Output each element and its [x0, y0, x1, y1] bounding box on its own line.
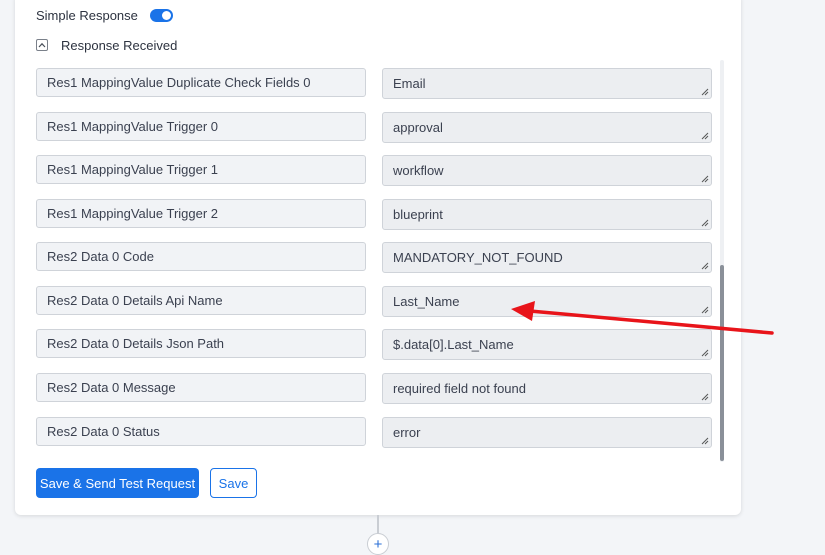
field-value-textarea[interactable]: $.data[0].Last_Name: [382, 329, 712, 360]
field-label: Res2 Data 0 Details Api Name: [36, 286, 366, 315]
resize-handle-icon[interactable]: [701, 132, 709, 140]
field-value-text: MANDATORY_NOT_FOUND: [393, 250, 563, 265]
field-value-text: error: [393, 425, 421, 440]
save-button[interactable]: Save: [210, 468, 257, 498]
resize-handle-icon[interactable]: [701, 349, 709, 357]
field-value-textarea[interactable]: required field not found: [382, 373, 712, 404]
resize-handle-icon[interactable]: [701, 393, 709, 401]
save-and-send-test-request-button[interactable]: Save & Send Test Request: [36, 468, 199, 498]
field-value-textarea[interactable]: workflow: [382, 155, 712, 186]
field-value-text: Email: [393, 76, 426, 91]
field-label: Res2 Data 0 Details Json Path: [36, 329, 366, 358]
field-label: Res2 Data 0 Code: [36, 242, 366, 271]
field-value-text: $.data[0].Last_Name: [393, 337, 514, 352]
field-value-textarea[interactable]: error: [382, 417, 712, 448]
field-value-textarea[interactable]: Email: [382, 68, 712, 99]
field-value-text: blueprint: [393, 207, 443, 222]
field-label: Res1 MappingValue Trigger 2: [36, 199, 366, 228]
field-value-textarea[interactable]: blueprint: [382, 199, 712, 230]
resize-handle-icon[interactable]: [701, 175, 709, 183]
field-value-text: required field not found: [393, 381, 526, 396]
response-received-header[interactable]: Response Received: [36, 37, 177, 53]
resize-handle-icon[interactable]: [701, 437, 709, 445]
field-value-textarea[interactable]: Last_Name: [382, 286, 712, 317]
resize-handle-icon[interactable]: [701, 219, 709, 227]
resize-handle-icon[interactable]: [701, 262, 709, 270]
field-label: Res1 MappingValue Trigger 1: [36, 155, 366, 184]
field-value-textarea[interactable]: MANDATORY_NOT_FOUND: [382, 242, 712, 273]
field-label: Res1 MappingValue Trigger 0: [36, 112, 366, 141]
simple-response-toggle[interactable]: [149, 8, 173, 22]
field-value-textarea[interactable]: approval: [382, 112, 712, 143]
resize-handle-icon[interactable]: [701, 88, 709, 96]
field-label: Res1 MappingValue Duplicate Check Fields…: [36, 68, 366, 97]
simple-response-label: Simple Response: [36, 7, 138, 23]
add-step-icon[interactable]: +: [367, 533, 389, 555]
resize-handle-icon[interactable]: [701, 306, 709, 314]
field-value-text: workflow: [393, 163, 444, 178]
simple-response-row: Simple Response: [36, 6, 173, 24]
chevron-up-icon[interactable]: [36, 39, 48, 51]
field-value-text: approval: [393, 120, 443, 135]
field-value-text: Last_Name: [393, 294, 460, 309]
field-label: Res2 Data 0 Status: [36, 417, 366, 446]
field-label: Res2 Data 0 Message: [36, 373, 366, 402]
scrollbar-thumb[interactable]: [720, 265, 724, 461]
response-received-label: Response Received: [61, 37, 178, 53]
